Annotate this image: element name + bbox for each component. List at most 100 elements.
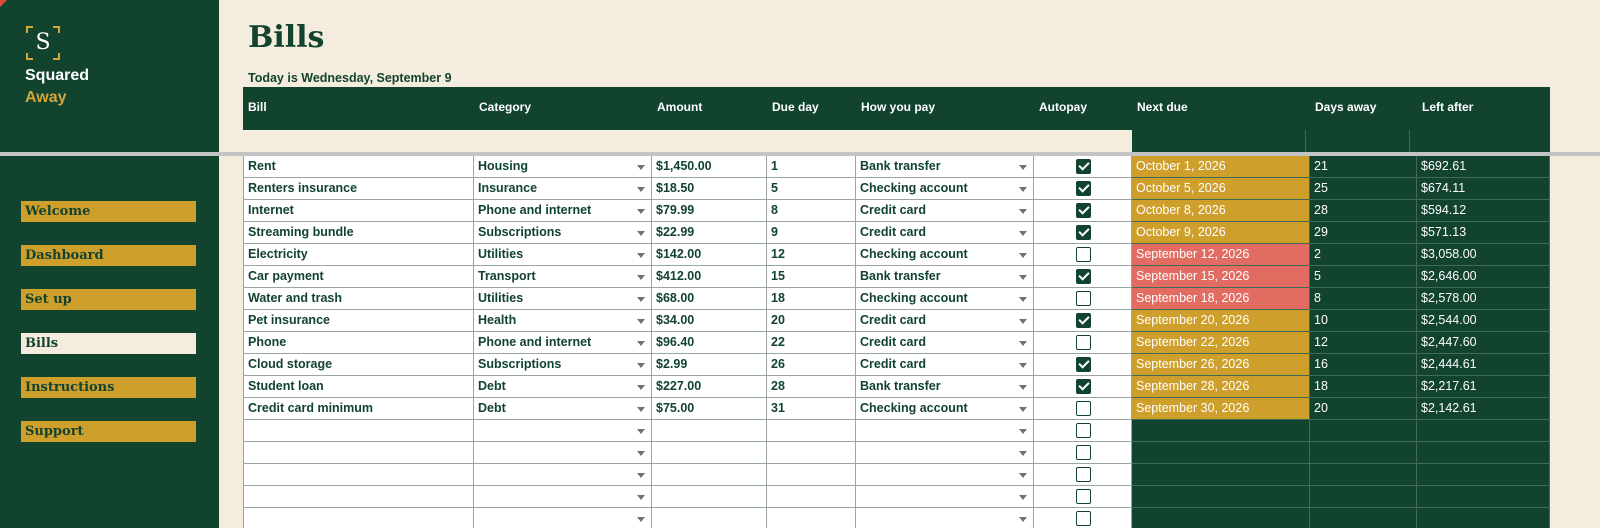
dropdown-arrow-icon[interactable] bbox=[637, 275, 645, 280]
cell-bill[interactable]: Pet insurance bbox=[243, 310, 474, 332]
dropdown-arrow-icon[interactable] bbox=[637, 495, 645, 500]
cell-amount[interactable]: $34.00 bbox=[652, 310, 767, 332]
dropdown-arrow-icon[interactable] bbox=[1019, 231, 1027, 236]
cell-next-due[interactable] bbox=[1132, 486, 1310, 508]
cell-category[interactable] bbox=[474, 464, 652, 486]
cell-due-day[interactable] bbox=[767, 442, 856, 464]
col-header-bill[interactable]: Bill bbox=[248, 100, 267, 114]
cell-pay[interactable]: Bank transfer bbox=[856, 156, 1034, 178]
cell-category[interactable]: Insurance bbox=[474, 178, 652, 200]
cell-autopay[interactable] bbox=[1034, 354, 1132, 376]
cell-bill[interactable]: Credit card minimum bbox=[243, 398, 474, 420]
cell-autopay[interactable] bbox=[1034, 332, 1132, 354]
cell-due-day[interactable]: 8 bbox=[767, 200, 856, 222]
cell-next-due[interactable] bbox=[1132, 442, 1310, 464]
cell-bill[interactable]: Student loan bbox=[243, 376, 474, 398]
cell-left-after[interactable]: $571.13 bbox=[1417, 222, 1550, 244]
cell-left-after[interactable]: $692.61 bbox=[1417, 156, 1550, 178]
cell-due-day[interactable]: 12 bbox=[767, 244, 856, 266]
dropdown-arrow-icon[interactable] bbox=[1019, 209, 1027, 214]
cell-left-after[interactable]: $2,444.61 bbox=[1417, 354, 1550, 376]
cell-next-due[interactable]: October 5, 2026 bbox=[1132, 178, 1310, 200]
cell-pay[interactable] bbox=[856, 464, 1034, 486]
cell-pay[interactable]: Credit card bbox=[856, 310, 1034, 332]
cell-autopay[interactable] bbox=[1034, 178, 1132, 200]
col-header-autopay[interactable]: Autopay bbox=[1039, 100, 1087, 114]
cell-next-due[interactable] bbox=[1132, 508, 1310, 528]
cell-left-after[interactable]: $674.11 bbox=[1417, 178, 1550, 200]
cell-autopay[interactable] bbox=[1034, 200, 1132, 222]
cell-days-away[interactable]: 29 bbox=[1310, 222, 1417, 244]
nav-support[interactable]: Support bbox=[21, 421, 196, 442]
dropdown-arrow-icon[interactable] bbox=[637, 165, 645, 170]
cell-bill[interactable] bbox=[243, 508, 474, 528]
cell-pay[interactable]: Credit card bbox=[856, 354, 1034, 376]
dropdown-arrow-icon[interactable] bbox=[637, 385, 645, 390]
autopay-checkbox[interactable] bbox=[1076, 401, 1091, 416]
cell-amount[interactable]: $1,450.00 bbox=[652, 156, 767, 178]
cell-autopay[interactable] bbox=[1034, 376, 1132, 398]
cell-bill[interactable]: Renters insurance bbox=[243, 178, 474, 200]
cell-days-away[interactable] bbox=[1310, 464, 1417, 486]
cell-days-away[interactable]: 12 bbox=[1310, 332, 1417, 354]
cell-pay[interactable] bbox=[856, 486, 1034, 508]
cell-due-day[interactable]: 20 bbox=[767, 310, 856, 332]
cell-autopay[interactable] bbox=[1034, 310, 1132, 332]
cell-next-due[interactable]: September 12, 2026 bbox=[1132, 244, 1310, 266]
cell-bill[interactable]: Electricity bbox=[243, 244, 474, 266]
cell-pay[interactable]: Checking account bbox=[856, 244, 1034, 266]
cell-left-after[interactable] bbox=[1417, 442, 1550, 464]
cell-next-due[interactable]: September 18, 2026 bbox=[1132, 288, 1310, 310]
autopay-checkbox[interactable] bbox=[1076, 357, 1091, 372]
cell-amount[interactable]: $22.99 bbox=[652, 222, 767, 244]
autopay-checkbox[interactable] bbox=[1076, 335, 1091, 350]
dropdown-arrow-icon[interactable] bbox=[637, 187, 645, 192]
dropdown-arrow-icon[interactable] bbox=[1019, 341, 1027, 346]
cell-autopay[interactable] bbox=[1034, 156, 1132, 178]
cell-next-due[interactable]: September 15, 2026 bbox=[1132, 266, 1310, 288]
cell-due-day[interactable]: 18 bbox=[767, 288, 856, 310]
cell-amount[interactable] bbox=[652, 442, 767, 464]
dropdown-arrow-icon[interactable] bbox=[637, 429, 645, 434]
col-header-days-away[interactable]: Days away bbox=[1315, 100, 1376, 114]
cell-next-due[interactable]: October 9, 2026 bbox=[1132, 222, 1310, 244]
cell-amount[interactable] bbox=[652, 508, 767, 528]
cell-category[interactable]: Debt bbox=[474, 398, 652, 420]
dropdown-arrow-icon[interactable] bbox=[637, 231, 645, 236]
dropdown-arrow-icon[interactable] bbox=[1019, 495, 1027, 500]
cell-amount[interactable]: $79.99 bbox=[652, 200, 767, 222]
cell-due-day[interactable]: 31 bbox=[767, 398, 856, 420]
cell-due-day[interactable]: 26 bbox=[767, 354, 856, 376]
autopay-checkbox[interactable] bbox=[1076, 225, 1091, 240]
nav-bills[interactable]: Bills bbox=[21, 333, 196, 354]
dropdown-arrow-icon[interactable] bbox=[1019, 187, 1027, 192]
cell-bill[interactable]: Internet bbox=[243, 200, 474, 222]
autopay-checkbox[interactable] bbox=[1076, 291, 1091, 306]
dropdown-arrow-icon[interactable] bbox=[1019, 165, 1027, 170]
dropdown-arrow-icon[interactable] bbox=[637, 319, 645, 324]
cell-autopay[interactable] bbox=[1034, 266, 1132, 288]
cell-autopay[interactable] bbox=[1034, 398, 1132, 420]
cell-autopay[interactable] bbox=[1034, 288, 1132, 310]
cell-left-after[interactable]: $2,578.00 bbox=[1417, 288, 1550, 310]
cell-due-day[interactable] bbox=[767, 464, 856, 486]
cell-amount[interactable]: $412.00 bbox=[652, 266, 767, 288]
cell-days-away[interactable]: 18 bbox=[1310, 376, 1417, 398]
cell-bill[interactable]: Water and trash bbox=[243, 288, 474, 310]
cell-bill[interactable] bbox=[243, 442, 474, 464]
dropdown-arrow-icon[interactable] bbox=[637, 253, 645, 258]
cell-pay[interactable]: Credit card bbox=[856, 222, 1034, 244]
cell-autopay[interactable] bbox=[1034, 464, 1132, 486]
dropdown-arrow-icon[interactable] bbox=[1019, 363, 1027, 368]
dropdown-arrow-icon[interactable] bbox=[637, 407, 645, 412]
cell-amount[interactable] bbox=[652, 486, 767, 508]
cell-due-day[interactable]: 28 bbox=[767, 376, 856, 398]
cell-amount[interactable]: $227.00 bbox=[652, 376, 767, 398]
dropdown-arrow-icon[interactable] bbox=[637, 297, 645, 302]
dropdown-arrow-icon[interactable] bbox=[1019, 473, 1027, 478]
cell-left-after[interactable] bbox=[1417, 508, 1550, 528]
cell-due-day[interactable]: 9 bbox=[767, 222, 856, 244]
cell-days-away[interactable]: 10 bbox=[1310, 310, 1417, 332]
cell-due-day[interactable]: 5 bbox=[767, 178, 856, 200]
autopay-checkbox[interactable] bbox=[1076, 423, 1091, 438]
